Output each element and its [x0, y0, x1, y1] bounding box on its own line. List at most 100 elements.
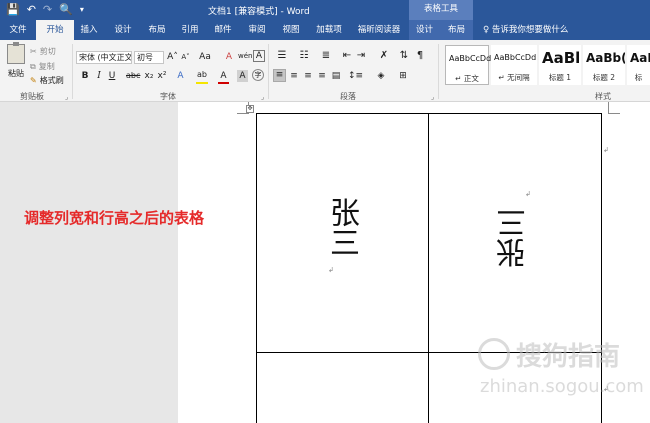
font-size-dropdown[interactable]: 初号 [134, 51, 164, 64]
character-border-button[interactable]: A [253, 50, 265, 62]
font-launcher-icon[interactable]: ⌟ [261, 93, 264, 101]
cell-left-value: 张三 [324, 197, 359, 257]
shading-icon[interactable]: ◈ [374, 70, 388, 82]
shrink-font-button[interactable]: A˅ [180, 51, 191, 63]
crop-mark [608, 113, 620, 114]
highlight-button[interactable]: ab [196, 69, 208, 81]
style-name: 标题 1 [548, 73, 572, 82]
crop-mark [237, 113, 249, 114]
save-icon[interactable]: 💾 [6, 3, 20, 17]
underline-button[interactable]: U [107, 70, 117, 82]
chinese-layout-icon[interactable]: ✗ [375, 50, 393, 62]
grow-font-button[interactable]: A˄ [167, 51, 178, 63]
sort-icon[interactable]: ⇅ [398, 50, 410, 62]
numbering-icon[interactable]: ☷ [295, 50, 313, 62]
tab-layout[interactable]: 布局 [140, 20, 174, 40]
align-center-icon[interactable]: ≡ [288, 70, 300, 82]
style-preview: AaBbCcDd [449, 54, 492, 63]
ribbon-home: 粘贴 ✂ 剪切 ⧉ 复制 ✎ 格式刷 剪贴板 ⌟ 宋体 (中文正文) 初号 A˄… [0, 40, 650, 102]
tab-file[interactable]: 文件 [0, 20, 36, 40]
tab-home[interactable]: 开始 [36, 20, 74, 40]
annotation-caption: 调整列宽和行高之后的表格 [24, 209, 205, 227]
redo-icon[interactable]: ↷ [43, 3, 52, 17]
increase-indent-icon[interactable]: ⇥ [355, 50, 367, 62]
bold-button[interactable]: B [80, 70, 90, 82]
style-name: ↵ 正文 [455, 74, 479, 83]
format-painter-button[interactable]: ✎ 格式刷 [30, 75, 64, 86]
superscript-button[interactable]: x² [156, 70, 168, 82]
show-marks-icon[interactable]: ¶ [414, 50, 426, 62]
brush-icon: ✎ [30, 76, 37, 85]
style-title[interactable]: AaI 标 [627, 45, 650, 85]
italic-button[interactable]: I [94, 70, 104, 82]
undo-icon[interactable]: ↶ [27, 3, 36, 17]
clear-formatting-button[interactable]: A [223, 51, 235, 63]
tell-me-search[interactable]: ♀ 告诉我你想要做什么 [483, 20, 568, 40]
paste-button[interactable]: 粘贴 [6, 42, 26, 79]
table-move-handle-icon[interactable]: ✥ [246, 105, 254, 113]
tab-table-layout[interactable]: 布局 [440, 20, 473, 40]
customize-qat-icon[interactable]: ▾ [80, 3, 84, 17]
style-heading-1[interactable]: AaBl 标题 1 [539, 45, 581, 85]
title-bar: 💾 ↶ ↷ 🔍 ▾ 文档1 [兼容模式] - Word 表格工具 [0, 0, 650, 20]
style-heading-2[interactable]: AaBb( 标题 2 [583, 45, 625, 85]
font-name-dropdown[interactable]: 宋体 (中文正文) [76, 51, 132, 64]
change-case-button[interactable]: Aa [196, 51, 214, 63]
clipboard-launcher-icon[interactable]: ⌟ [65, 93, 68, 101]
bullets-icon[interactable]: ☰ [273, 50, 291, 62]
phonetic-guide-button[interactable]: wén [238, 50, 252, 62]
copy-label: 复制 [38, 62, 55, 71]
tab-insert[interactable]: 插入 [74, 20, 104, 40]
style-preview: AaBbCcDd [494, 53, 537, 62]
style-name: 标题 2 [592, 73, 616, 82]
tab-table-design[interactable]: 设计 [409, 20, 440, 40]
ribbon-tabs: 文件 开始 插入 设计 布局 引用 邮件 审阅 视图 加载项 福昕阅读器 设计 … [0, 20, 650, 40]
font-size-value: 初号 [137, 53, 153, 62]
tab-mailings[interactable]: 邮件 [206, 20, 240, 40]
font-color-button[interactable]: A [218, 70, 229, 82]
style-preview: AaBb( [586, 51, 625, 65]
font-name-value: 宋体 (中文正文) [79, 53, 132, 62]
enclose-characters-button[interactable]: 字 [252, 69, 264, 81]
divider [268, 44, 269, 99]
tab-references[interactable]: 引用 [174, 20, 206, 40]
tab-review[interactable]: 审阅 [240, 20, 274, 40]
document-gutter [0, 102, 178, 423]
distributed-icon[interactable]: ▤ [330, 70, 342, 82]
borders-icon[interactable]: ⊞ [396, 70, 410, 82]
align-right-icon[interactable]: ≡ [302, 70, 314, 82]
end-of-cell-mark: ↲ [525, 190, 531, 198]
line-spacing-icon[interactable]: ↕≡ [348, 70, 363, 82]
table-column-border[interactable] [428, 113, 429, 423]
end-of-cell-mark: ↲ [328, 266, 334, 274]
style-preview: AaBl [542, 49, 581, 67]
clipboard-group-label: 剪贴板 [20, 92, 44, 101]
character-shading-button[interactable]: A [237, 70, 248, 82]
watermark-url: zhinan.sogou.com [480, 376, 644, 397]
paragraph-launcher-icon[interactable]: ⌟ [431, 93, 434, 101]
style-normal[interactable]: AaBbCcDd ↵ 正文 [445, 45, 492, 85]
cell-text-right[interactable]: 张三 [497, 200, 534, 268]
divider [438, 44, 439, 99]
cell-text-left[interactable]: 张三 [322, 197, 359, 265]
strikethrough-button[interactable]: abc [126, 70, 140, 82]
style-preview: AaI [630, 51, 650, 65]
decrease-indent-icon[interactable]: ⇤ [341, 50, 353, 62]
style-no-spacing[interactable]: AaBbCcDd ↵ 无间隔 [491, 45, 537, 85]
style-name: 标 [634, 73, 643, 82]
copy-button[interactable]: ⧉ 复制 [30, 61, 55, 72]
tab-addins[interactable]: 加载项 [308, 20, 350, 40]
align-left-icon[interactable]: ≡ [273, 69, 286, 82]
print-preview-icon[interactable]: 🔍 [59, 3, 73, 17]
text-effects-button[interactable]: A [175, 70, 186, 82]
subscript-button[interactable]: x₂ [143, 70, 155, 82]
tab-design[interactable]: 设计 [106, 20, 140, 40]
end-of-row-mark: ↲ [603, 146, 609, 154]
window-title: 文档1 [兼容模式] - Word [208, 7, 310, 17]
multilevel-list-icon[interactable]: ≣ [317, 50, 335, 62]
tab-view[interactable]: 视图 [274, 20, 308, 40]
tab-foxit-reader[interactable]: 福昕阅读器 [350, 20, 408, 40]
cut-button[interactable]: ✂ 剪切 [30, 46, 56, 57]
font-group-label: 字体 [160, 92, 176, 101]
justify-icon[interactable]: ≡ [316, 70, 328, 82]
